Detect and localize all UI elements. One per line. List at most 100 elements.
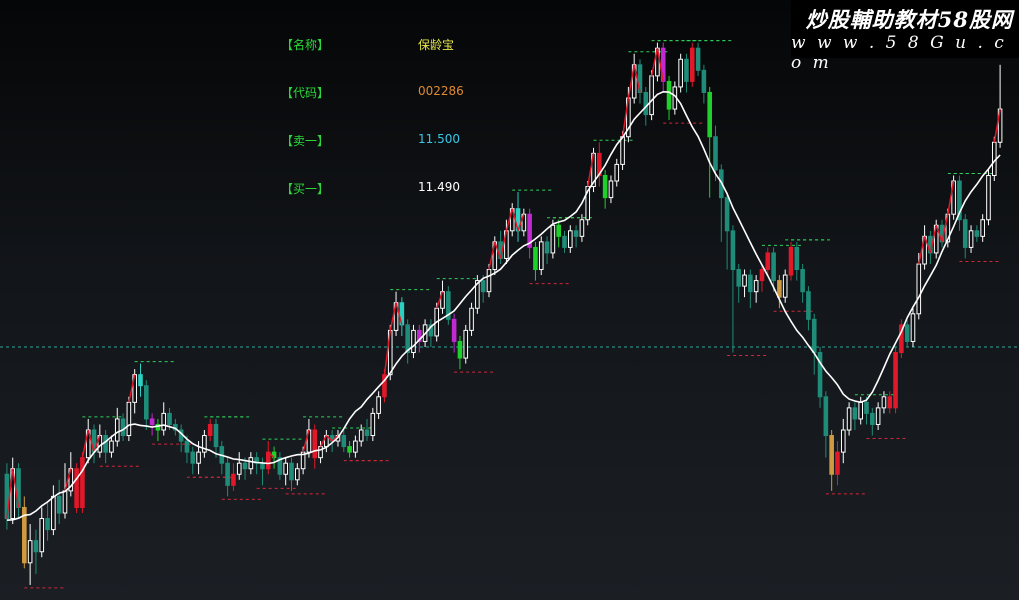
candle [875,402,881,430]
candle [689,42,695,87]
candle-body [138,374,143,387]
signal-line-segments [6,48,1001,519]
candle-body [643,91,649,116]
candle [411,324,416,359]
candle [22,496,27,569]
candle-body [463,329,469,359]
candle [231,463,236,491]
bid1-label: 【买一】 [281,182,330,196]
candle [788,241,794,281]
candle [823,391,829,458]
candle [852,402,858,430]
candle-body [800,269,805,293]
candle [614,158,620,187]
candle [567,225,573,253]
watermark-title: 炒股輔助教材58股网 [805,7,1013,32]
candle-body [51,495,56,531]
candle-body [765,252,771,271]
candle-body [74,468,79,508]
candle [719,164,724,242]
candle-body [556,224,561,237]
candle-body [771,252,776,282]
candle [312,424,318,469]
support-resistance-levels [24,40,1001,589]
candle [556,219,561,248]
candle [957,175,962,231]
candlesticks [4,42,1003,585]
bid1-value: 11.490 [418,180,460,194]
candle-body [974,230,980,237]
candle-body [870,412,875,425]
candle [446,286,451,325]
candle [341,430,347,453]
candle [538,236,544,276]
candle [114,407,120,447]
candle [608,175,614,204]
candle-body [353,440,358,453]
candle-body [109,440,114,453]
candle-body [730,230,736,271]
candle [475,275,480,314]
candle-body [962,219,968,248]
candle-body [846,407,852,431]
candle [631,53,637,104]
watermark-url: w w w . 5 8 G u . c o m [791,33,1007,73]
candle [968,225,974,253]
candle [91,424,97,464]
candle-body [376,396,381,414]
candle [724,192,730,270]
candle-body [614,163,620,182]
candle-body [968,230,974,248]
candle-body [260,462,265,470]
candle [295,463,300,486]
candle [695,42,701,76]
candle-body [811,318,817,354]
candle-body [45,518,50,531]
candle [997,64,1003,148]
candle [707,86,712,198]
candle [463,324,469,364]
candle [573,225,579,248]
candle-body [910,313,916,342]
candle-body [149,418,155,425]
candle-body [184,440,190,453]
candle-body [236,462,242,475]
candle [45,501,50,541]
trend-line [6,90,1001,521]
candle-body [56,495,62,514]
candle [347,441,352,458]
candle-body [143,385,149,420]
candle [748,269,753,309]
candle-body [248,457,254,470]
candle [80,452,85,513]
name-label: 【名称】 [281,38,330,52]
candle-body [213,423,219,448]
candle-body [724,197,730,232]
candle-body [684,58,689,82]
candle [10,457,16,525]
candle [794,241,800,281]
candle [265,441,271,475]
candle [986,169,991,226]
candle [51,485,56,536]
candle [910,308,916,347]
code-label: 【代码】 [281,86,330,100]
candle-body [573,230,579,237]
candle [213,418,219,458]
candle-body [457,340,463,359]
candle [666,75,672,121]
candle-body [411,329,416,354]
candle-body [986,174,991,221]
candle-body [27,540,33,564]
candle [271,446,277,469]
candle [202,430,207,458]
candle [120,413,126,442]
candle-body [126,401,132,437]
candle-body [265,451,271,470]
candle [393,291,399,336]
candle [353,435,358,458]
candle [283,457,288,486]
stock-name-value: 保龄宝 [418,38,455,52]
candle [236,452,242,480]
candle [597,142,602,187]
